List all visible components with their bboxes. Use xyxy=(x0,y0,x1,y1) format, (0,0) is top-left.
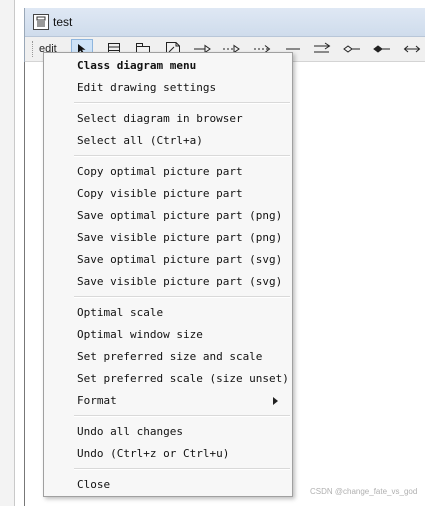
aggregation-icon xyxy=(343,45,360,53)
class-diagram-context-menu: Class diagram menu Edit drawing settings… xyxy=(43,52,293,497)
menu-separator xyxy=(74,468,290,470)
directional-association-icon xyxy=(314,42,331,53)
menu-item-save-visible-png[interactable]: Save visible picture part (png) xyxy=(44,227,292,249)
composition-icon xyxy=(373,45,390,53)
toolbar-grip[interactable] xyxy=(32,41,35,57)
window-title: test xyxy=(53,15,73,29)
menu-item-select-diagram-in-browser[interactable]: Select diagram in browser xyxy=(44,108,292,130)
menu-item-select-all[interactable]: Select all (Ctrl+a) xyxy=(44,130,292,152)
left-panel-edge xyxy=(0,0,15,506)
menu-header: Class diagram menu xyxy=(77,59,197,72)
composition-button[interactable] xyxy=(371,39,393,59)
menu-item-optimal-window-size[interactable]: Optimal window size xyxy=(44,324,292,346)
menu-item-save-visible-svg[interactable]: Save visible picture part (svg) xyxy=(44,271,292,293)
menu-item-edit-drawing-settings[interactable]: Edit drawing settings xyxy=(44,77,292,99)
menu-separator xyxy=(74,415,290,417)
canvas-left-border xyxy=(24,62,25,506)
title-bar: test xyxy=(25,8,425,37)
directional-association-button[interactable] xyxy=(311,39,333,59)
menu-item-undo[interactable]: Undo (Ctrl+z or Ctrl+u) xyxy=(44,443,292,465)
submenu-arrow-icon xyxy=(273,397,278,405)
menu-item-optimal-scale[interactable]: Optimal scale xyxy=(44,302,292,324)
aggregation-button[interactable] xyxy=(341,39,363,59)
menu-item-save-optimal-png[interactable]: Save optimal picture part (png) xyxy=(44,205,292,227)
menu-separator xyxy=(74,102,290,104)
menu-item-close[interactable]: Close xyxy=(44,474,292,496)
menu-item-save-optimal-svg[interactable]: Save optimal picture part (svg) xyxy=(44,249,292,271)
menu-item-format[interactable]: Format xyxy=(44,390,292,412)
menu-separator xyxy=(74,155,290,157)
diagram-window-icon xyxy=(33,14,49,30)
watermark: CSDN @change_fate_vs_god xyxy=(310,487,418,496)
menu-item-set-preferred-scale[interactable]: Set preferred scale (size unset) xyxy=(44,368,292,390)
menu-item-undo-all-changes[interactable]: Undo all changes xyxy=(44,421,292,443)
menu-item-copy-visible-picture-part[interactable]: Copy visible picture part xyxy=(44,183,292,205)
menu-separator xyxy=(74,296,290,298)
menu-item-set-preferred-size-and-scale[interactable]: Set preferred size and scale xyxy=(44,346,292,368)
bidirectional-association-icon xyxy=(403,45,421,53)
bidirectional-association-button[interactable] xyxy=(401,39,423,59)
menu-item-copy-optimal-picture-part[interactable]: Copy optimal picture part xyxy=(44,161,292,183)
